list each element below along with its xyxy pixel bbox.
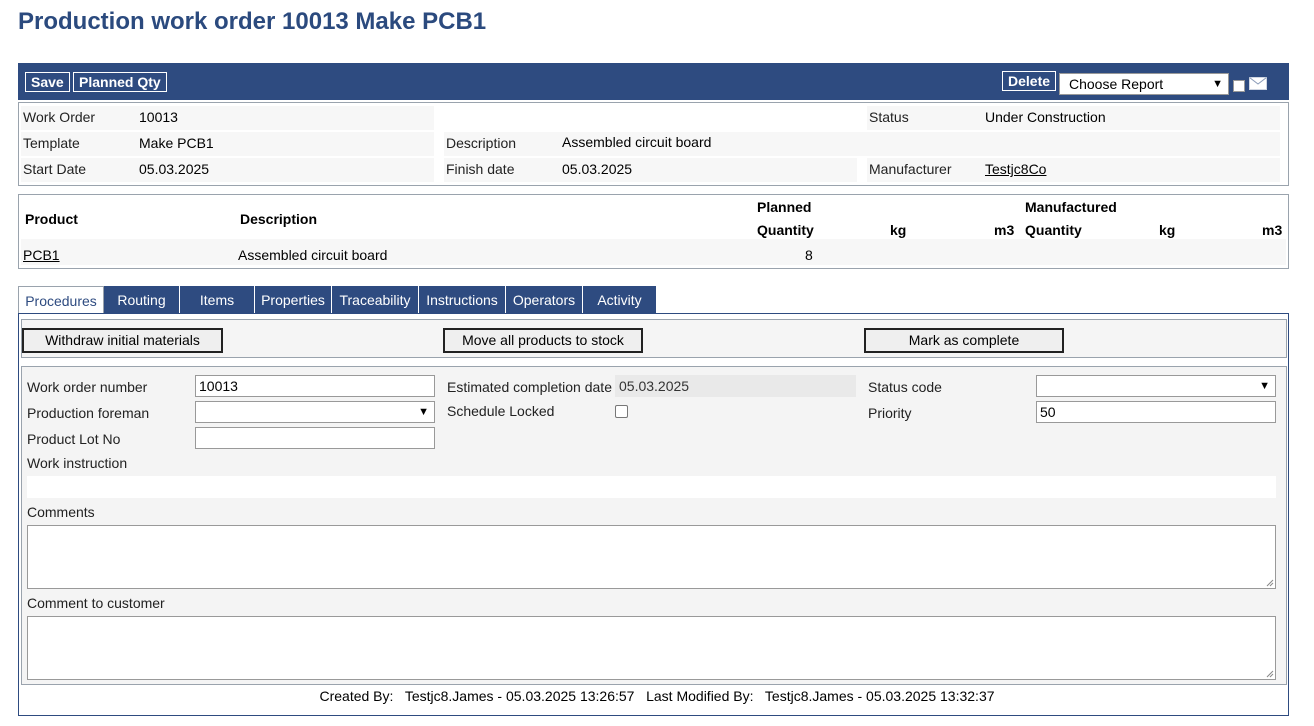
production-foreman-label: Production foreman: [27, 405, 150, 421]
template-value: Make PCB1: [139, 135, 214, 151]
col-planned-header: Planned: [757, 199, 812, 215]
manufacturer-link[interactable]: Testjc8Co: [985, 161, 1046, 177]
col-product-header: Product: [25, 211, 78, 227]
comment-customer-label: Comment to customer: [27, 595, 165, 611]
chevron-down-icon: ▼: [1259, 380, 1270, 392]
schedule-locked-label: Schedule Locked: [447, 403, 555, 419]
work-instruction-label: Work instruction: [27, 455, 128, 471]
work-order-number-input[interactable]: 10013: [195, 375, 435, 397]
resize-handle-icon[interactable]: [1266, 579, 1274, 587]
product-planned-qty: 8: [805, 247, 813, 263]
priority-label: Priority: [868, 405, 912, 421]
status-value: Under Construction: [985, 109, 1106, 125]
choose-report-select[interactable]: Choose Report ▼: [1059, 73, 1229, 95]
col-kg-header: kg: [890, 222, 907, 238]
planned-qty-button[interactable]: Planned Qty: [73, 72, 167, 92]
start-date-label: Start Date: [23, 161, 87, 177]
status-code-label: Status code: [868, 379, 942, 395]
template-label: Template: [23, 135, 80, 151]
delete-button[interactable]: Delete: [1002, 71, 1057, 91]
work-instruction-content: [27, 476, 1276, 498]
chevron-down-icon: ▼: [1212, 78, 1223, 90]
est-completion-input: 05.03.2025: [615, 375, 856, 397]
audit-footer: Created By: Testjc8.James - 05.03.2025 1…: [0, 688, 1314, 704]
col-manufactured-kg-header: kg: [1159, 222, 1176, 238]
tab-procedures[interactable]: Procedures: [18, 286, 104, 315]
col-description-header: Description: [240, 211, 318, 227]
choose-report-value: Choose Report: [1069, 76, 1164, 92]
tab-activity[interactable]: Activity: [583, 286, 657, 314]
description-value: Assembled circuit board: [562, 134, 712, 150]
withdraw-materials-button[interactable]: Withdraw initial materials: [22, 328, 223, 353]
modified-by-value: Testjc8.James - 05.03.2025 13:32:37: [764, 688, 995, 704]
col-m3-header: m3: [994, 222, 1015, 238]
status-code-select[interactable]: ▼: [1036, 375, 1276, 397]
tab-traceability[interactable]: Traceability: [332, 286, 419, 314]
production-foreman-select[interactable]: ▼: [195, 401, 435, 423]
tab-items[interactable]: Items: [180, 286, 255, 314]
save-button[interactable]: Save: [25, 72, 70, 92]
description-label: Description: [446, 135, 517, 151]
col-planned-qty-header: Quantity: [757, 222, 814, 238]
schedule-locked-checkbox[interactable]: [615, 405, 628, 418]
col-manufactured-qty-header: Quantity: [1025, 222, 1082, 238]
product-description: Assembled circuit board: [238, 247, 388, 263]
priority-input[interactable]: 50: [1036, 401, 1276, 423]
product-lot-input[interactable]: [195, 427, 435, 449]
comment-customer-textarea[interactable]: [27, 616, 1276, 680]
toolbar: Save Planned Qty Delete Choose Report ▼: [18, 63, 1289, 100]
finish-date-value: 05.03.2025: [562, 161, 633, 177]
mark-complete-button[interactable]: Mark as complete: [864, 328, 1064, 353]
work-order-value: 10013: [139, 109, 178, 125]
tab-routing[interactable]: Routing: [104, 286, 180, 314]
product-lot-label: Product Lot No: [27, 431, 121, 447]
col-manufactured-header: Manufactured: [1025, 199, 1117, 215]
tab-instructions[interactable]: Instructions: [419, 286, 506, 314]
tab-operators[interactable]: Operators: [506, 286, 583, 314]
product-link[interactable]: PCB1: [23, 247, 60, 263]
manufacturer-label: Manufacturer: [869, 161, 952, 177]
email-icon[interactable]: [1249, 77, 1267, 90]
created-by-label: Created By:: [319, 688, 394, 704]
comments-label: Comments: [27, 504, 95, 520]
modified-by-label: Last Modified By:: [646, 688, 754, 704]
page-title: Production work order 10013 Make PCB1: [18, 8, 487, 35]
resize-handle-icon[interactable]: [1266, 670, 1274, 678]
finish-date-label: Finish date: [446, 161, 515, 177]
tab-properties[interactable]: Properties: [255, 286, 332, 314]
report-checkbox[interactable]: [1233, 80, 1245, 92]
col-manufactured-m3-header: m3: [1262, 222, 1283, 238]
comments-textarea[interactable]: [27, 525, 1276, 589]
work-order-info: Work Order 10013 Status Under Constructi…: [18, 102, 1289, 186]
products-table: Product Description Planned Quantity kg …: [18, 194, 1289, 269]
work-order-label: Work Order: [23, 109, 96, 125]
start-date-value: 05.03.2025: [139, 161, 210, 177]
est-completion-label: Estimated completion date: [447, 379, 612, 395]
status-label: Status: [869, 109, 909, 125]
move-to-stock-button[interactable]: Move all products to stock: [443, 328, 643, 353]
work-order-number-label: Work order number: [27, 379, 148, 395]
chevron-down-icon: ▼: [418, 406, 429, 418]
created-by-value: Testjc8.James - 05.03.2025 13:26:57: [404, 688, 635, 704]
